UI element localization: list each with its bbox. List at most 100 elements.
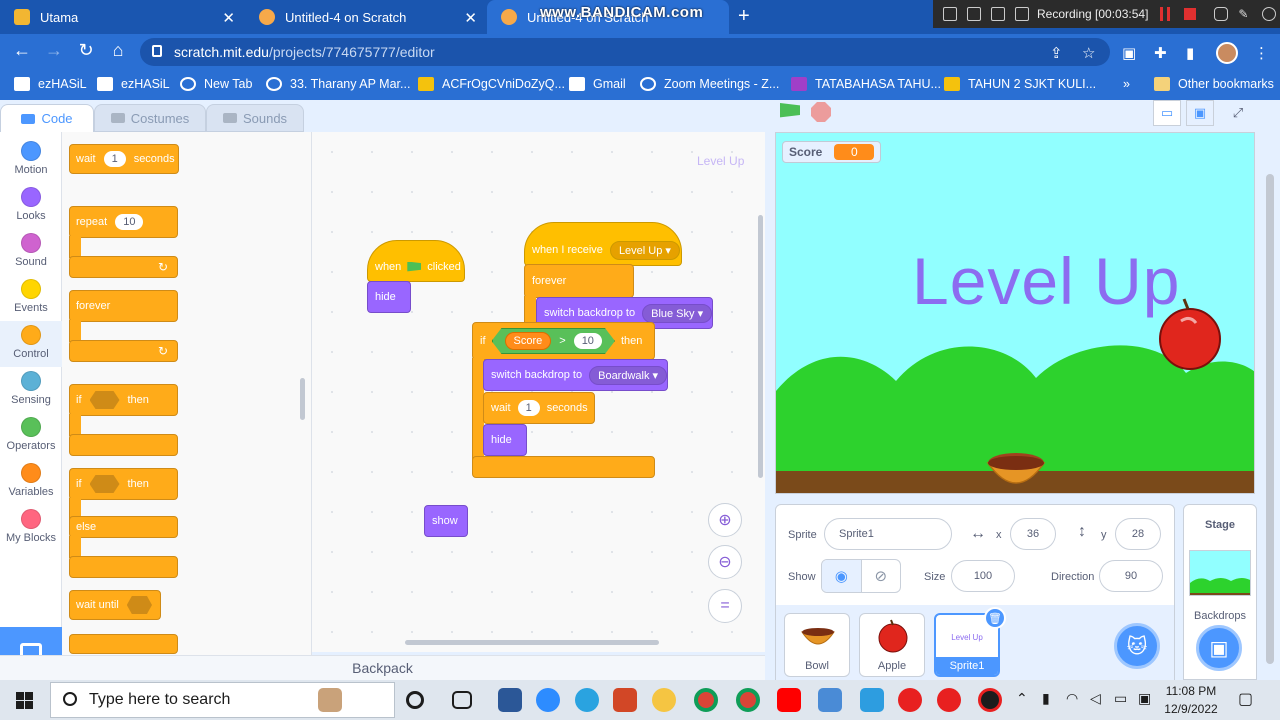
stop-button[interactable] <box>811 102 831 122</box>
eye-hide-icon[interactable]: ⊘ <box>862 560 901 592</box>
network-icon[interactable]: ▣ <box>1138 690 1151 707</box>
clock-time[interactable]: 11:08 PM <box>1160 684 1222 698</box>
sprite-name-field[interactable]: Sprite1 <box>824 518 952 550</box>
stage-thumbnail[interactable] <box>1189 550 1251 596</box>
more-bookmarks-icon[interactable]: » <box>1123 77 1130 91</box>
large-stage-icon[interactable]: ▣ <box>1186 100 1214 126</box>
workspace-v-scrollbar[interactable] <box>758 215 763 478</box>
eye-show-icon[interactable]: ◉ <box>822 560 862 592</box>
if-c-foot[interactable] <box>472 456 655 478</box>
score-monitor[interactable]: Score 0 <box>782 141 882 163</box>
close-tab-icon[interactable]: ✕ <box>464 9 477 27</box>
search-region-icon[interactable] <box>991 7 1005 21</box>
forever-c-foot[interactable]: ↻ <box>69 340 178 362</box>
bookmark-item[interactable]: TAHUN 2 SJKT KULI... <box>944 77 1096 91</box>
if-then-block[interactable]: if Score > 10 then <box>472 322 655 360</box>
message-dropdown[interactable]: Level Up ▾ <box>609 240 680 260</box>
palette-next-block[interactable] <box>69 634 178 654</box>
notifications-icon[interactable]: ▢ <box>1238 689 1253 709</box>
bookmark-folder[interactable]: Other bookmarks <box>1154 77 1274 91</box>
bookmark-star-icon[interactable]: ☆ <box>1082 44 1095 62</box>
close-tab-icon[interactable]: ✕ <box>222 9 235 27</box>
telegram-app-icon[interactable] <box>575 688 599 712</box>
chevron-up-icon[interactable]: ⌃ <box>1016 690 1028 707</box>
palette-forever-block[interactable]: forever <box>69 290 178 322</box>
taskbar-search-box[interactable]: Type here to search <box>50 682 395 718</box>
sprite-tile-sprite1[interactable]: Level Up Sprite1 🗑 <box>934 607 1006 677</box>
if-else-c-foot[interactable] <box>69 556 178 578</box>
small-stage-icon[interactable]: ▭ <box>1153 100 1181 126</box>
category-events[interactable]: Events <box>0 275 62 321</box>
zoom-app-icon[interactable] <box>536 688 560 712</box>
bookmark-item[interactable]: ezHASiL <box>97 77 170 91</box>
folder-app-icon[interactable] <box>818 688 842 712</box>
bookmark-item[interactable]: Gmail <box>569 77 626 91</box>
show-block[interactable]: show <box>424 505 468 537</box>
category-operators[interactable]: Operators <box>0 413 62 459</box>
pencil-icon[interactable]: ✎ <box>1238 7 1252 21</box>
palette-else-label[interactable]: else <box>69 516 178 538</box>
wait-seconds-input[interactable]: 1 <box>103 151 126 167</box>
music-app-icon[interactable] <box>898 688 922 712</box>
backpack-bar[interactable]: Backpack <box>0 655 765 680</box>
wifi-icon[interactable]: ◠ <box>1066 690 1078 707</box>
delete-sprite-icon[interactable]: 🗑 <box>984 607 1006 629</box>
microphone-icon[interactable]: ▮ <box>1042 690 1050 707</box>
condition-slot[interactable] <box>89 475 120 493</box>
backdrop-dropdown[interactable]: Boardwalk ▾ <box>589 365 668 385</box>
palette-if-else-block[interactable]: if then <box>69 468 178 500</box>
sprite-tile-apple[interactable]: Apple <box>859 613 925 677</box>
app-shield-icon[interactable] <box>652 688 676 712</box>
media-app-icon[interactable] <box>937 688 961 712</box>
greater-than-operator[interactable]: Score > 10 <box>492 328 615 354</box>
stop-record-icon[interactable] <box>1184 8 1197 20</box>
reload-icon[interactable]: ↻ <box>74 40 98 61</box>
stage-target-pane[interactable]: Stage Backdrops ▣ <box>1183 504 1257 680</box>
address-bar[interactable]: scratch.mit.edu/projects/774675777/edito… <box>140 38 1110 66</box>
task-view-icon[interactable] <box>452 691 472 709</box>
cortana-icon[interactable] <box>406 691 424 709</box>
word-app-icon[interactable] <box>498 688 522 712</box>
battery-icon[interactable]: ▭ <box>1114 690 1127 707</box>
category-looks[interactable]: Looks <box>0 183 62 229</box>
fullscreen-icon[interactable] <box>967 7 981 21</box>
volume-icon[interactable]: ◁ <box>1090 690 1101 707</box>
back-arrow-icon[interactable]: ← <box>10 40 34 61</box>
clock-date[interactable]: 12/9/2022 <box>1160 702 1222 716</box>
wait-seconds-input[interactable]: 1 <box>517 400 540 416</box>
condition-slot[interactable] <box>126 596 152 614</box>
powerpoint-app-icon[interactable] <box>613 688 637 712</box>
tab-code[interactable]: Code <box>0 104 94 132</box>
y-field[interactable]: 28 <box>1115 518 1161 550</box>
compare-value-input[interactable]: 10 <box>574 333 602 349</box>
bookmark-item[interactable]: TATABAHASA TAHU... <box>791 77 941 91</box>
palette-scrollbar[interactable] <box>300 378 305 420</box>
backdrop-dropdown[interactable]: Blue Sky ▾ <box>642 303 713 323</box>
tab-scratch-1[interactable]: Untitled-4 on Scratch ✕ <box>245 0 487 34</box>
if-c-foot[interactable] <box>69 434 178 456</box>
category-control[interactable]: Control <box>0 321 62 367</box>
direction-field[interactable]: 90 <box>1099 560 1163 592</box>
palette-repeat-block[interactable]: repeat 10 <box>69 206 178 238</box>
wait-seconds-block[interactable]: wait 1 seconds <box>483 392 595 424</box>
zoom-reset-button[interactable]: = <box>708 589 742 623</box>
palette-if-then-block[interactable]: if then <box>69 384 178 416</box>
side-panel-icon[interactable]: ▮ <box>1186 44 1194 62</box>
script-workspace[interactable]: Level Up when clicked hide show when I re… <box>312 132 765 652</box>
when-flag-clicked-block[interactable]: when clicked <box>367 240 465 282</box>
windows-start-icon[interactable] <box>16 692 33 709</box>
chrome-app-icon[interactable] <box>694 688 718 712</box>
x-field[interactable]: 36 <box>1010 518 1056 550</box>
zoom-in-button[interactable]: ⊕ <box>708 503 742 537</box>
fullscreen-icon[interactable]: ⤢ <box>1224 100 1252 126</box>
puzzle-extensions-icon[interactable]: ✚ <box>1154 44 1167 62</box>
category-sound[interactable]: Sound <box>0 229 62 275</box>
sprite-tile-bowl[interactable]: Bowl <box>784 613 850 677</box>
page-scrollbar[interactable] <box>1266 174 1274 664</box>
extension-box-icon[interactable]: ▣ <box>1122 44 1136 62</box>
bookmark-item[interactable]: 33. Tharany AP Mar... <box>266 77 410 91</box>
pause-icon[interactable] <box>1160 7 1171 21</box>
level-up-sprite[interactable]: Level Up <box>912 243 1181 319</box>
clock-icon[interactable] <box>1262 7 1277 21</box>
youtube-app-icon[interactable] <box>777 688 801 712</box>
